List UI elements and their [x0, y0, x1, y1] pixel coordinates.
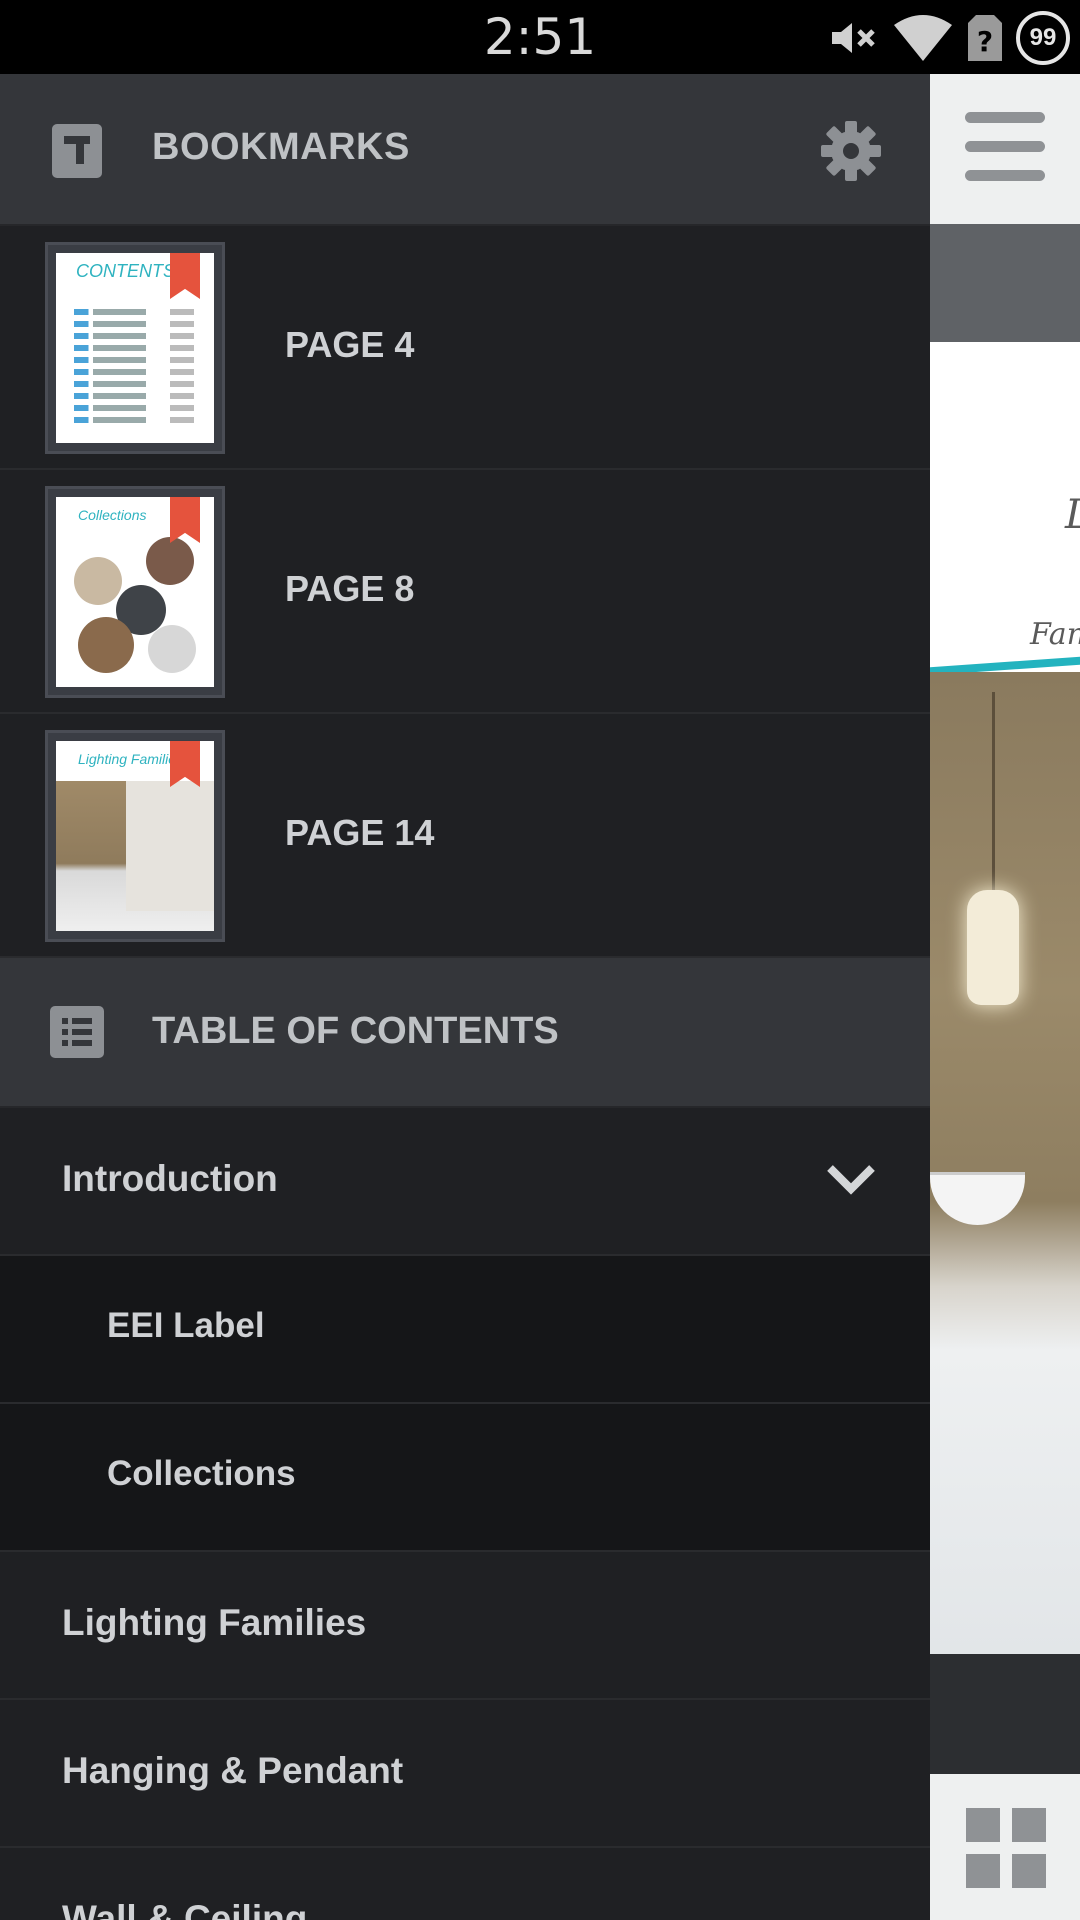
- page-subheading-fragment: Fan: [1030, 617, 1080, 652]
- catalog-page[interactable]: L Fan: [930, 342, 1080, 1737]
- no-sim-icon: ?: [968, 15, 1002, 61]
- bookmarks-title: BOOKMARKS: [152, 126, 410, 168]
- bookmark-icon: [52, 124, 102, 178]
- toc-item-label: Introduction: [62, 1158, 278, 1199]
- viewer-bottom-strip: [930, 1654, 1080, 1774]
- status-bar: 2:51 ? 99: [0, 0, 1080, 74]
- viewer-strip: [930, 224, 1080, 342]
- bookmark-ribbon-icon: [170, 253, 200, 299]
- viewer-bottom-bar: [930, 1774, 1080, 1920]
- bookmark-label: PAGE 4: [285, 324, 415, 365]
- toc-item-eei-label[interactable]: EEI Label: [0, 1256, 930, 1404]
- bookmark-thumbnail: CONTENTS: [45, 242, 225, 454]
- bookmark-item[interactable]: Collections PAGE 8: [0, 470, 930, 714]
- battery-circle-icon: 99: [1016, 11, 1070, 65]
- status-icons: ? 99: [828, 10, 1070, 66]
- toc-item-collections[interactable]: Collections: [0, 1404, 930, 1552]
- chevron-down-icon[interactable]: [826, 1160, 876, 1200]
- toc-item-introduction[interactable]: Introduction: [0, 1108, 930, 1256]
- toc-header: TABLE OF CONTENTS: [0, 958, 930, 1108]
- toc-item-lighting-families[interactable]: Lighting Families: [0, 1552, 930, 1700]
- pendant-lamp: [967, 890, 1019, 1005]
- bookmark-ribbon-icon: [170, 497, 200, 543]
- viewer-toolbar: [930, 74, 1080, 224]
- page-viewer[interactable]: L Fan: [930, 74, 1080, 1920]
- svg-text:?: ?: [977, 25, 993, 58]
- wifi-icon: [894, 15, 952, 61]
- bookmark-label: PAGE 14: [285, 812, 435, 853]
- navigation-drawer: BOOKMARKS CONTENTS PAGE 4 Collections PA…: [0, 74, 930, 1920]
- bookmark-thumbnail: Lighting Families: [45, 730, 225, 942]
- bookmarks-header: BOOKMARKS: [0, 74, 930, 226]
- bookmark-list: CONTENTS PAGE 4 Collections PAGE 8 Light…: [0, 226, 930, 958]
- page-heading-fragment: L: [1065, 492, 1080, 538]
- grid-view-icon[interactable]: [966, 1808, 1046, 1888]
- gear-icon[interactable]: [820, 120, 882, 182]
- bookmark-label: PAGE 8: [285, 568, 415, 609]
- toc-item-hanging-pendant[interactable]: Hanging & Pendant: [0, 1700, 930, 1848]
- bookmark-item[interactable]: CONTENTS PAGE 4: [0, 226, 930, 470]
- pendant-cord: [992, 692, 995, 892]
- toc-item-label: Collections: [107, 1454, 296, 1493]
- hamburger-menu-icon[interactable]: [965, 112, 1045, 199]
- toc-item-label: Hanging & Pendant: [62, 1750, 404, 1791]
- bookmark-thumbnail: Collections: [45, 486, 225, 698]
- toc-item-label: EEI Label: [107, 1306, 265, 1345]
- mute-icon: [832, 23, 875, 53]
- toc-item-label: Lighting Families: [62, 1602, 367, 1643]
- toc-item-wall-ceiling[interactable]: Wall & Ceiling: [0, 1848, 930, 1920]
- list-icon: [50, 1006, 104, 1058]
- bookmark-item[interactable]: Lighting Families PAGE 14: [0, 714, 930, 958]
- toc-item-label: Wall & Ceiling: [62, 1898, 308, 1920]
- toc-title: TABLE OF CONTENTS: [152, 1010, 559, 1052]
